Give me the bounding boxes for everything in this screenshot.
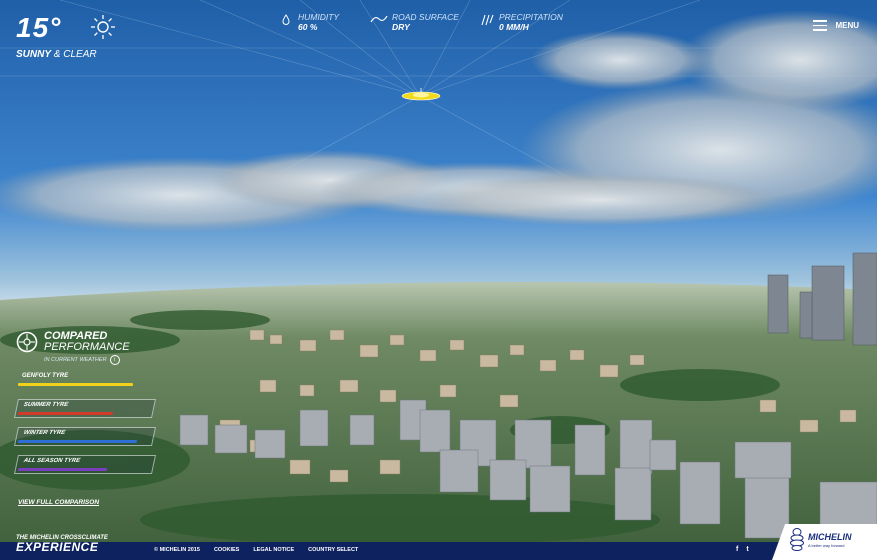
road-icon — [370, 15, 388, 23]
weather-summary: 15° — [16, 12, 115, 44]
rain-icon — [481, 14, 494, 26]
tyre-label: SUMMER TYRE — [23, 402, 69, 408]
droplet-icon — [282, 14, 290, 25]
tyre-label: GENFOLY TYRE — [22, 373, 69, 379]
precipitation-stat: PRECIPITATION 0 MM/H — [481, 12, 563, 32]
view-full-comparison-link[interactable]: VIEW FULL COMPARISON — [18, 499, 99, 506]
footer-links: © MICHELIN 2015 COOKIES LEGAL NOTICE COU… — [154, 547, 358, 553]
panel-subtitle: IN CURRENT WEATHER i — [44, 355, 130, 365]
panel-title: COMPARED PERFORMANCE — [44, 331, 130, 353]
logo-badge[interactable] — [772, 524, 877, 560]
copyright: © MICHELIN 2015 — [154, 547, 200, 553]
road-surface-stat: ROAD SURFACE DRY — [370, 12, 459, 32]
performance-panel: COMPARED PERFORMANCE IN CURRENT WEATHER … — [13, 331, 166, 506]
humidity-label: HUMIDITY — [298, 12, 340, 22]
footer-link-cookies[interactable]: COOKIES — [214, 547, 239, 553]
weather-condition: SUNNY & CLEAR — [16, 49, 97, 60]
temperature: 15° — [16, 12, 62, 43]
menu-label: MENU — [835, 20, 859, 30]
michelin-tagline: A better way forward — [808, 543, 845, 548]
footer-link-country[interactable]: COUNTRY SELECT — [308, 547, 358, 553]
condition-rest: CLEAR — [63, 49, 97, 60]
panel-title-line2: PERFORMANCE — [44, 341, 130, 353]
tyre-row[interactable]: GENFOLY TYRE — [16, 371, 152, 388]
tyre-row[interactable]: SUMMER TYRE — [13, 399, 157, 418]
tyre-performance-bar — [18, 383, 133, 386]
sun-icon — [91, 15, 115, 39]
tyre-icon — [16, 331, 38, 353]
tyre-row[interactable]: WINTER TYRE — [13, 427, 157, 446]
condition-sep: & — [53, 49, 61, 60]
info-icon[interactable]: i — [109, 355, 120, 365]
social-links: f t — [736, 546, 749, 553]
footer-link-legal[interactable]: LEGAL NOTICE — [253, 547, 294, 553]
menu-button[interactable]: MENU — [813, 17, 859, 34]
michelin-logo-text: MICHELIN — [808, 532, 852, 542]
city-scene — [0, 0, 877, 560]
tyre-label: WINTER TYRE — [23, 430, 66, 436]
michelin-man-icon — [790, 528, 804, 551]
position-marker-icon[interactable] — [400, 88, 442, 102]
twitter-icon[interactable]: t — [746, 546, 748, 553]
humidity-value: 60 % — [298, 22, 318, 32]
tyre-label: ALL SEASON TYRE — [23, 458, 81, 464]
road-surface-value: DRY — [392, 22, 410, 32]
hamburger-icon — [813, 17, 828, 34]
tyre-performance-bar — [17, 440, 138, 443]
condition-main: SUNNY — [16, 49, 52, 60]
panel-subtitle-text: IN CURRENT WEATHER — [44, 357, 107, 363]
tyre-performance-bar — [17, 468, 108, 471]
facebook-icon[interactable]: f — [736, 546, 738, 553]
precipitation-label: PRECIPITATION — [499, 12, 563, 22]
tyre-row[interactable]: ALL SEASON TYRE — [13, 455, 157, 474]
precipitation-value: 0 MM/H — [499, 22, 529, 32]
humidity-stat: HUMIDITY 60 % — [282, 12, 340, 32]
brand-line2: EXPERIENCE — [16, 540, 99, 554]
tyre-performance-bar — [17, 412, 114, 415]
road-surface-label: ROAD SURFACE — [392, 12, 459, 22]
